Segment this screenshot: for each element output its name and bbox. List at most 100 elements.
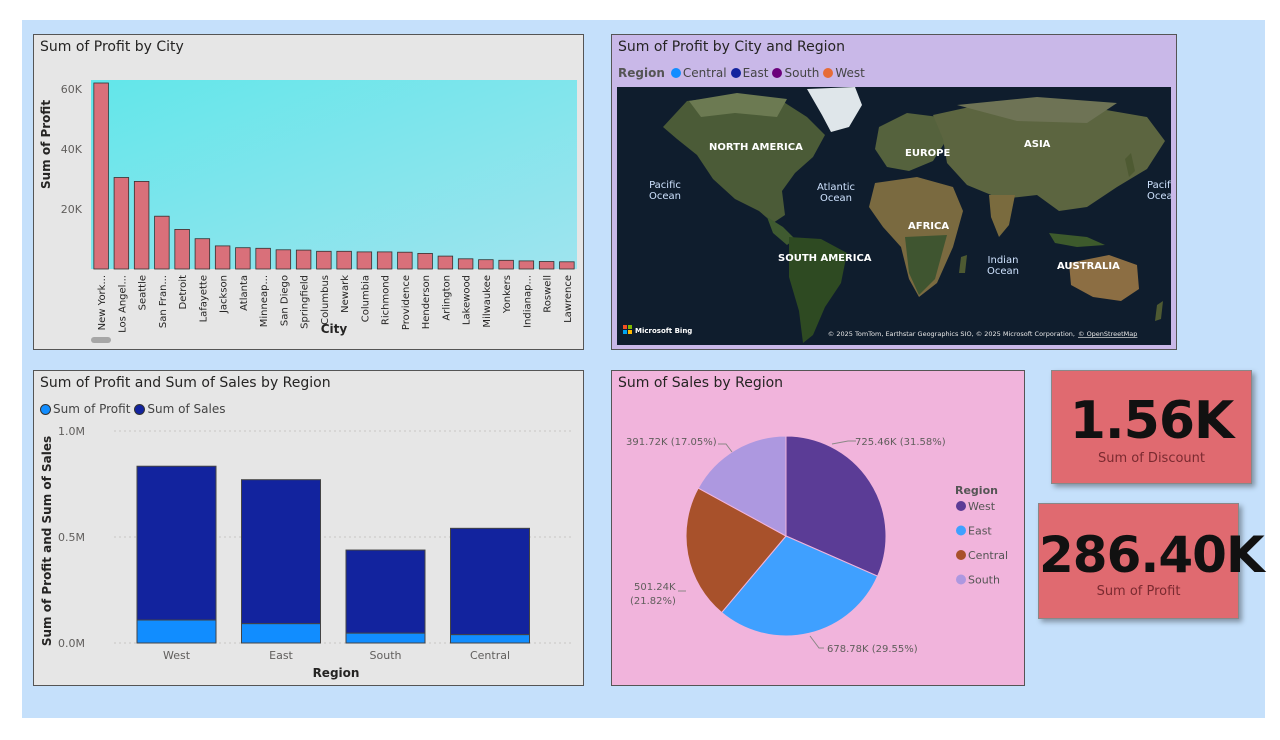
map-brand: Microsoft Bing [635, 327, 692, 335]
bar [356, 251, 373, 270]
bar-segment-profit [345, 632, 426, 644]
bar [559, 261, 575, 270]
report-canvas: Sum of Profit by City 20K 40K 60K New York.… [22, 20, 1265, 718]
data-label-east: 678.78K (29.55%) [827, 644, 918, 655]
legend-title: Region [618, 66, 665, 80]
legend-label: East [968, 525, 992, 538]
legend-label: Central [682, 66, 727, 80]
x-tick-label: Central [470, 649, 510, 662]
x-tick-label: Los Angel... [117, 275, 128, 333]
map-label-south-america: SOUTH AMERICA [778, 253, 872, 264]
openstreetmap-link[interactable]: © OpenStreetMap [1078, 330, 1137, 338]
x-tick-label: Seattle [138, 275, 149, 310]
bar [214, 245, 231, 270]
panel-title: Sum of Profit by City and Region [618, 39, 845, 55]
bar [518, 260, 535, 270]
legend-dot-west [956, 501, 966, 511]
profit-map-panel[interactable]: Sum of Profit by City and Region Region … [611, 34, 1177, 350]
bar [457, 258, 474, 270]
bar-segment-profit [450, 634, 530, 644]
y-tick-label: 40K [61, 143, 83, 156]
sales-by-region-pie: 725.46K (31.58%) 678.78K (29.55%) 501.24K (… [626, 435, 1008, 655]
data-label-south: 391.72K (17.05%) [626, 437, 717, 448]
profit-by-city-panel[interactable]: Sum of Profit by City 20K 40K 60K New York.… [33, 34, 584, 350]
x-tick-label: Springfield [300, 275, 311, 329]
map-label-pacific-right-ocean: Ocea [1147, 191, 1171, 202]
bar [255, 247, 271, 270]
y-axis-title: Sum of Profit [39, 100, 53, 189]
sales-by-region-pie-panel[interactable]: Sum of Sales by Region 725.46K (31.58%) 6… [611, 370, 1025, 686]
card-label: Sum of Profit [1096, 584, 1181, 599]
map-label-atlantic: Atlantic [817, 182, 855, 193]
legend-dot-central [956, 550, 966, 560]
y-tick-label: 60K [61, 83, 83, 96]
x-tick-label: Detroit [178, 275, 189, 310]
leader-line [718, 443, 733, 453]
bar [93, 82, 109, 270]
bar [376, 251, 393, 270]
x-tick-label: Indianap... [522, 275, 533, 328]
bar-segment-sales [136, 465, 217, 621]
legend-label: East [742, 66, 769, 80]
y-tick-label: 0.0M [58, 637, 85, 650]
bar-segment-sales [345, 549, 426, 634]
profit-sales-by-region-chart: 0.0M 0.5M 1.0M West East South Central Region Su… [40, 425, 574, 680]
legend-dot-south [772, 68, 783, 78]
legend-label: West [835, 66, 865, 80]
x-tick-label: Lakewood [462, 275, 473, 325]
bar [316, 250, 332, 270]
bar [154, 215, 170, 270]
x-tick-label: Richmond [381, 275, 392, 325]
bar [113, 177, 130, 270]
x-tick-label: West [163, 649, 191, 662]
map-label-north-america: NORTH AMERICA [709, 142, 803, 153]
leader-line [831, 440, 856, 445]
horizontal-scrollbar[interactable] [91, 337, 111, 343]
x-tick-label: Minneap... [259, 275, 270, 327]
bar [397, 251, 413, 270]
x-tick-label: Arlington [441, 275, 452, 321]
legend-label: West [968, 500, 996, 513]
legend-label: Central [968, 549, 1008, 562]
x-tick-label: Roswell [543, 275, 554, 313]
y-tick-label: 20K [61, 203, 83, 216]
bar-segment-profit [241, 623, 321, 644]
data-label-central: 501.24K [634, 582, 676, 593]
map-label-pacific-right: Pacifi [1147, 180, 1171, 191]
legend-dot-south [956, 574, 966, 585]
x-tick-label: Atlanta [239, 275, 250, 311]
x-tick-label: East [269, 649, 293, 662]
legend-label: South [784, 66, 820, 80]
bar [133, 180, 150, 270]
bar [194, 238, 211, 270]
card-value: 286.40K [1039, 526, 1265, 584]
x-tick-label: New York... [97, 275, 108, 330]
discount-card[interactable]: 1.56K Sum of Discount [1051, 370, 1252, 484]
profit-card[interactable]: 286.40K Sum of Profit [1038, 503, 1265, 619]
legend-label: South [968, 574, 1000, 587]
x-tick-label: South [370, 649, 402, 662]
leader-line [809, 635, 824, 649]
x-tick-label: Henderson [421, 275, 432, 329]
legend-title: Region [955, 484, 998, 497]
data-label-central-pct: (21.82%) [630, 596, 676, 607]
legend-dot-east [730, 68, 741, 78]
card-label: Sum of Discount [1097, 451, 1206, 466]
x-tick-label: Lawrence [563, 275, 574, 323]
x-tick-label: Lafayette [198, 275, 209, 322]
legend-dot-west [823, 68, 834, 78]
data-label-west: 725.46K (31.58%) [855, 437, 946, 448]
profit-sales-by-region-panel[interactable]: Sum of Profit and Sum of Sales by Region… [33, 370, 584, 686]
bar [174, 228, 190, 270]
bar [478, 259, 494, 270]
legend-dot-east [956, 525, 966, 536]
world-map[interactable]: NORTH AMERICA EUROPE ASIA AFRICA SOUTH A… [617, 87, 1171, 345]
bar [417, 252, 433, 270]
map-label-europe: EUROPE [905, 148, 950, 159]
bar [336, 250, 352, 270]
bar [538, 261, 555, 270]
x-axis-title: Region [313, 666, 360, 680]
map-label-africa: AFRICA [908, 221, 949, 232]
map-label-indian: Indian [988, 255, 1019, 266]
map-label-pacific-ocean: Ocean [649, 191, 681, 202]
